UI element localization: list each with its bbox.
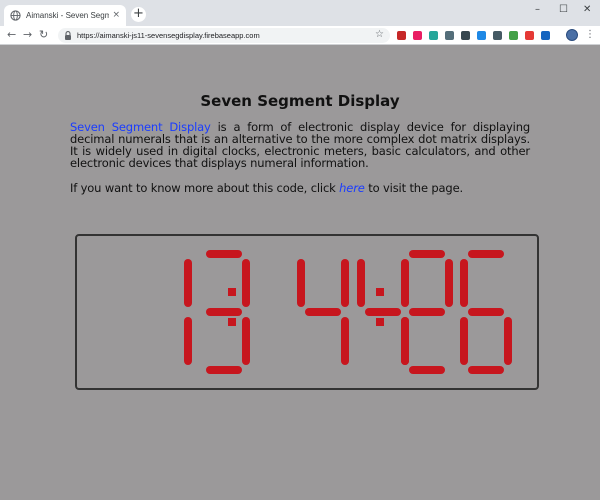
extension-icon[interactable]	[461, 31, 470, 40]
segment-f	[460, 259, 468, 307]
segment-c	[504, 317, 512, 365]
url-text: https://aimanski-js11-sevensegdisplay.fi…	[77, 31, 260, 40]
globe-icon	[10, 10, 21, 21]
colon-dot	[376, 288, 384, 296]
tab-close-icon[interactable]: ×	[112, 11, 120, 20]
address-bar[interactable]: https://aimanski-js11-sevensegdisplay.fi…	[58, 28, 390, 43]
colon-dot	[376, 318, 384, 326]
seven-segment-clock	[75, 234, 539, 390]
back-arrow-icon[interactable]: ←	[7, 28, 16, 42]
segment-b	[341, 259, 349, 307]
extension-icon[interactable]	[493, 31, 502, 40]
page-title: Seven Segment Display	[200, 92, 400, 110]
profile-avatar[interactable]	[566, 29, 578, 41]
info-text-after: to visit the page.	[364, 181, 463, 195]
extension-icon[interactable]	[509, 31, 518, 40]
segment-a	[468, 250, 504, 258]
segment-d	[409, 366, 445, 374]
extension-icon[interactable]	[477, 31, 486, 40]
new-tab-button[interactable]: +	[131, 7, 146, 22]
tab-strip: Aimanski - Seven Segment Disp × + – ☐ ✕	[0, 0, 600, 26]
segment-f	[357, 259, 365, 307]
browser-tab[interactable]: Aimanski - Seven Segment Disp ×	[4, 5, 126, 26]
reload-icon[interactable]: ↻	[39, 28, 48, 42]
segment-b	[445, 259, 453, 307]
bookmark-star-icon[interactable]: ☆	[375, 28, 384, 42]
segment-c	[184, 317, 192, 365]
segment-g	[365, 308, 401, 316]
extension-icon[interactable]	[413, 31, 422, 40]
segment-b	[401, 259, 409, 307]
colon-dot	[228, 318, 236, 326]
lock-icon	[65, 31, 71, 40]
extension-icon[interactable]	[445, 31, 454, 40]
segment-d	[468, 366, 504, 374]
info-text-before: If you want to know more about this code…	[70, 181, 340, 195]
extension-icon[interactable]	[541, 31, 550, 40]
segment-f	[297, 259, 305, 307]
extension-icon[interactable]	[397, 31, 406, 40]
tab-title: Aimanski - Seven Segment Disp	[26, 11, 110, 20]
segment-g	[409, 308, 445, 316]
segment-e	[460, 317, 468, 365]
segment-e	[401, 317, 409, 365]
segment-g	[305, 308, 341, 316]
colon-dot	[228, 288, 236, 296]
segment-g	[468, 308, 504, 316]
segment-d	[206, 366, 242, 374]
segment-a	[409, 250, 445, 258]
info-paragraph: If you want to know more about this code…	[70, 182, 530, 194]
extension-icon[interactable]	[525, 31, 534, 40]
description-paragraph: Seven Segment Display is a form of elect…	[70, 121, 530, 169]
segment-g	[206, 308, 242, 316]
segment-c	[242, 317, 250, 365]
segment-b	[184, 259, 192, 307]
page-viewport: Seven Segment Display Seven Segment Disp…	[0, 46, 600, 500]
browser-toolbar: ← → ↻ https://aimanski-js11-sevensegdisp…	[0, 26, 600, 45]
maximize-icon[interactable]: ☐	[559, 4, 568, 15]
here-link[interactable]: here	[339, 181, 365, 195]
minimize-icon[interactable]: –	[535, 4, 540, 15]
forward-arrow-icon[interactable]: →	[23, 28, 32, 42]
close-window-icon[interactable]: ✕	[583, 4, 591, 15]
clock-display	[184, 250, 512, 374]
segment-c	[341, 317, 349, 365]
segment-a	[206, 250, 242, 258]
segment-b	[242, 259, 250, 307]
menu-icon[interactable]: ⋮	[585, 29, 595, 41]
extension-icon[interactable]	[429, 31, 438, 40]
